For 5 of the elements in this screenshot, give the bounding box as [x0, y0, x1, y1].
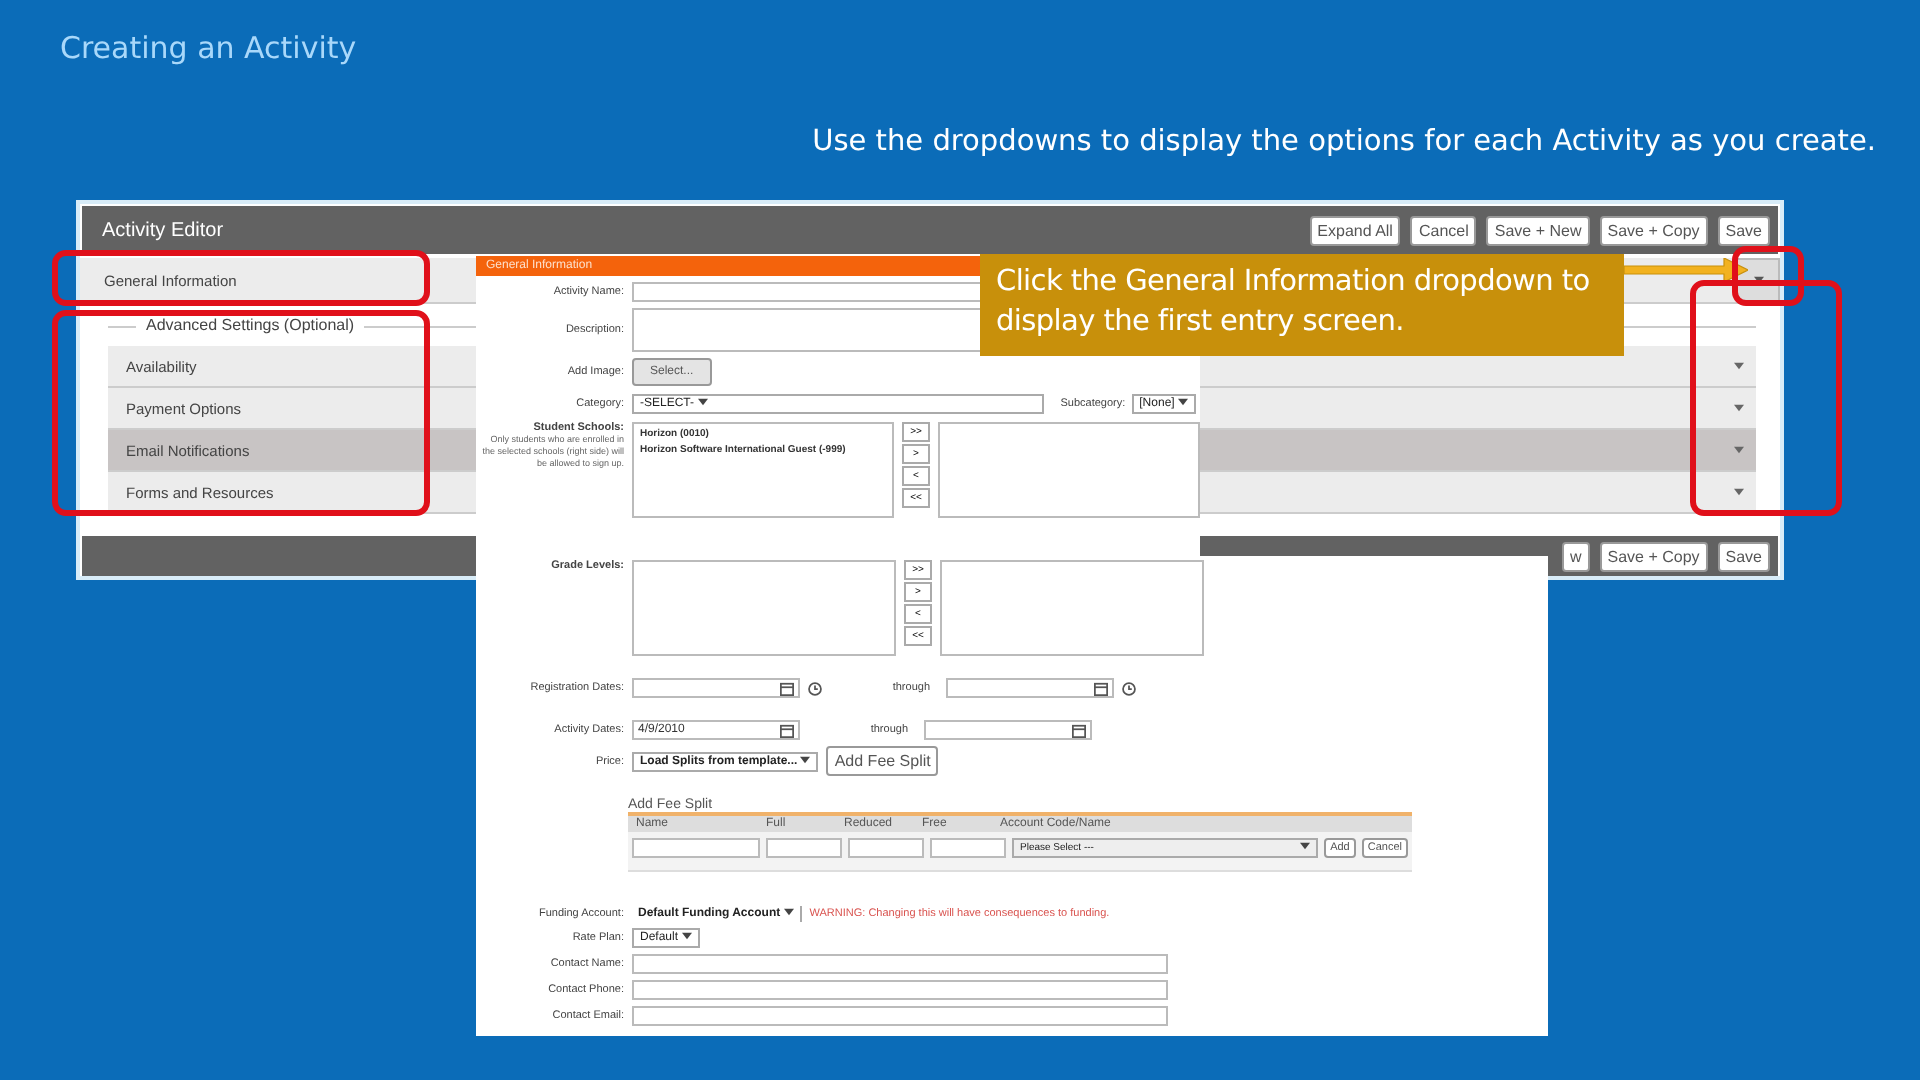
window-title: Activity Editor — [102, 219, 224, 241]
slide-title: Creating an Activity — [60, 30, 357, 66]
fieldset-legend: Advanced Settings (Optional) — [136, 316, 365, 334]
instruction-text: Use the dropdowns to display the options for each Activity as you create. — [812, 126, 1876, 158]
callout-tooltip: Click the General Information dropdown to display the first entry screen. — [980, 254, 1624, 356]
